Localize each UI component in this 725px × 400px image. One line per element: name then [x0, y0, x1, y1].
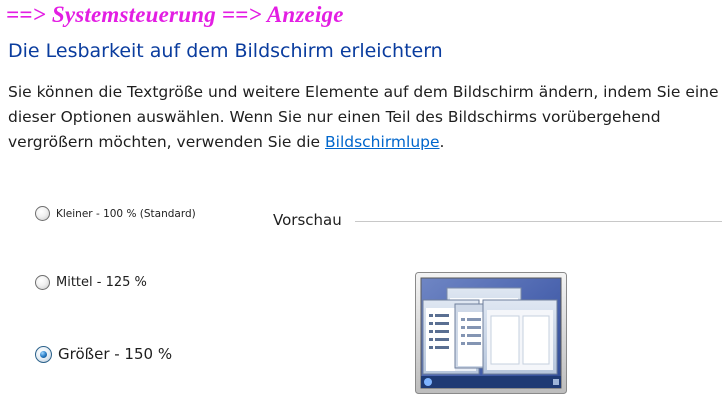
preview-divider — [355, 221, 722, 222]
option-larger-label: Größer - 150 % — [58, 345, 173, 363]
description-text: Sie können die Textgröße und weitere Ele… — [8, 80, 725, 155]
radio-button-larger-selected[interactable] — [35, 345, 52, 363]
option-larger-150[interactable]: Größer - 150 % — [35, 345, 172, 363]
option-smaller-label: Kleiner - 100 % (Standard) — [56, 207, 196, 220]
radio-button-medium[interactable] — [35, 275, 50, 290]
magnifier-link[interactable]: Bildschirmlupe — [325, 133, 440, 151]
desktop-windows-preview-icon — [415, 272, 567, 394]
radio-button-smaller[interactable] — [35, 206, 50, 221]
preview-label: Vorschau — [273, 211, 342, 229]
option-medium-label: Mittel - 125 % — [56, 275, 147, 290]
page-title: Die Lesbarkeit auf dem Bildschirm erleic… — [8, 40, 443, 62]
description-text-after-link: . — [439, 133, 445, 151]
option-medium-125[interactable]: Mittel - 125 % — [35, 275, 147, 290]
navigation-path-heading: ==> Systemsteuerung ==> Anzeige — [6, 2, 344, 27]
option-smaller-100[interactable]: Kleiner - 100 % (Standard) — [35, 206, 196, 221]
